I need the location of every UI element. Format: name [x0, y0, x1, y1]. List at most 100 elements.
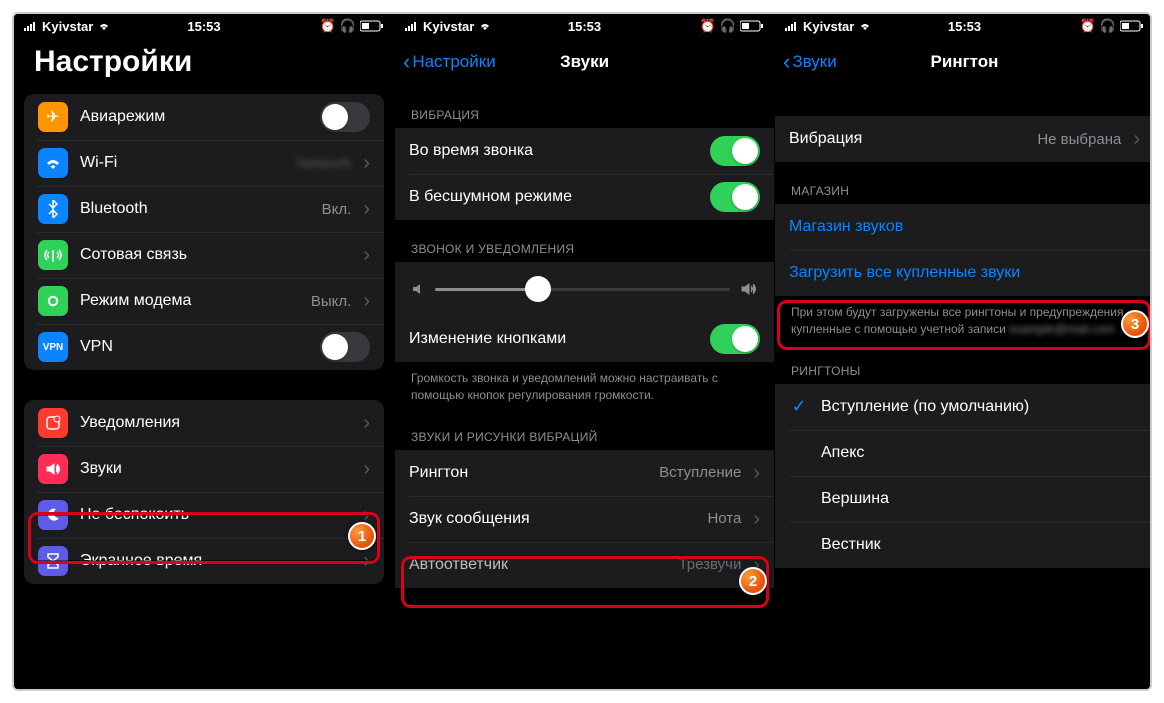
signal-icon: [24, 21, 38, 31]
ringtone-item[interactable]: ✓ Вершина: [775, 476, 1152, 522]
alarm-icon: ⏰: [1080, 18, 1096, 34]
label: Вступление (по умолчанию): [821, 398, 1140, 416]
vpn-icon: VPN: [38, 332, 68, 362]
headphones-icon: 🎧: [1100, 18, 1116, 34]
ringtone-item[interactable]: ✓ Апекс: [775, 430, 1152, 476]
ringer-footer: Громкость звонка и уведомлений можно нас…: [395, 362, 774, 408]
toggle[interactable]: [710, 324, 760, 354]
row-text-tone[interactable]: Звук сообщения Нота ›: [395, 496, 774, 542]
chevron-icon: ›: [363, 245, 370, 265]
label: Изменение кнопками: [409, 330, 698, 348]
chevron-icon: ›: [363, 551, 370, 571]
row-sounds[interactable]: Звуки ›: [24, 446, 384, 492]
group-vibration: Вибрация Не выбрана ›: [775, 116, 1152, 162]
alarm-icon: ⏰: [320, 18, 336, 34]
slider-track[interactable]: [435, 288, 730, 291]
speaker-low-icon: [411, 282, 425, 296]
back-button[interactable]: ‹ Звуки: [783, 49, 837, 75]
chevron-icon: ›: [363, 153, 370, 173]
group-sound-patterns: Рингтон Вступление › Звук сообщения Нота…: [395, 450, 774, 588]
row-hotspot[interactable]: Режим модема Выкл. ›: [24, 278, 384, 324]
value: Вступление: [659, 464, 741, 481]
status-bar: Kyivstar 15:53 ⏰ 🎧: [395, 14, 774, 38]
signal-icon: [405, 21, 419, 31]
chevron-icon: ›: [753, 463, 760, 483]
row-cellular[interactable]: Сотовая связь ›: [24, 232, 384, 278]
label: Во время звонка: [409, 142, 698, 160]
chevron-icon: ›: [363, 459, 370, 479]
page-title: Настройки: [22, 45, 192, 79]
bluetooth-icon: [38, 194, 68, 224]
row-vibrate-silent[interactable]: В бесшумном режиме: [395, 174, 774, 220]
ringtone-item[interactable]: ✓ Вступление (по умолчанию): [775, 384, 1152, 430]
wifi-value: Network: [296, 155, 351, 172]
chevron-left-icon: ‹: [783, 49, 790, 75]
badge-1: 1: [348, 522, 376, 550]
carrier-label: Kyivstar: [42, 19, 93, 34]
section-ringtones: РИНГТОНЫ: [775, 342, 1152, 384]
row-airplane[interactable]: ✈ Авиарежим: [24, 94, 384, 140]
back-label: Звуки: [792, 52, 836, 72]
carrier-label: Kyivstar: [423, 19, 474, 34]
check-icon: ✓: [789, 442, 809, 463]
settings-group-alerts: Уведомления › Звуки › Не беспокоить ›: [24, 400, 384, 584]
label: Авиарежим: [80, 108, 308, 126]
row-ringtone[interactable]: Рингтон Вступление ›: [395, 450, 774, 496]
volume-slider[interactable]: [395, 262, 774, 316]
slider-fill: [435, 288, 538, 291]
section-sounds-patterns: ЗВУКИ И РИСУНКИ ВИБРАЦИЙ: [395, 408, 774, 450]
toggle[interactable]: [710, 136, 760, 166]
wifi-icon: [478, 21, 492, 31]
link-icon: [38, 286, 68, 316]
row-download-purchased[interactable]: Загрузить все купленные звуки: [775, 250, 1152, 296]
toggle[interactable]: [710, 182, 760, 212]
row-voicemail[interactable]: Автоответчик Трезвучи ›: [395, 542, 774, 588]
group-store: Магазин звуков Загрузить все купленные з…: [775, 204, 1152, 296]
toggle[interactable]: [320, 102, 370, 132]
row-vpn[interactable]: VPN VPN: [24, 324, 384, 370]
row-bluetooth[interactable]: Bluetooth Вкл. ›: [24, 186, 384, 232]
row-wifi[interactable]: Wi-Fi Network ›: [24, 140, 384, 186]
group-ringtones: ✓ Вступление (по умолчанию) ✓ Апекс ✓ Ве…: [775, 384, 1152, 568]
screen-ringtone: Kyivstar 15:53 ⏰ 🎧 ‹ Звуки Рингтон Вибра…: [774, 14, 1152, 689]
slider-knob[interactable]: [525, 276, 551, 302]
page-title: Рингтон: [931, 52, 999, 72]
label: Звук сообщения: [409, 510, 695, 528]
moon-icon: [38, 500, 68, 530]
row-dnd[interactable]: Не беспокоить ›: [24, 492, 384, 538]
row-notifications[interactable]: Уведомления ›: [24, 400, 384, 446]
value: Нота: [707, 510, 741, 527]
ringtone-item[interactable]: ✓ Вестник: [775, 522, 1152, 568]
label: Режим модема: [80, 292, 299, 310]
clock: 15:53: [948, 19, 981, 34]
row-screentime[interactable]: Экранное время ›: [24, 538, 384, 584]
screen-sounds: Kyivstar 15:53 ⏰ 🎧 ‹ Настройки Звуки ВИБ…: [394, 14, 774, 689]
chevron-icon: ›: [363, 413, 370, 433]
chevron-icon: ›: [1133, 129, 1140, 149]
label: Загрузить все купленные звуки: [789, 264, 1140, 282]
group-ringer: Изменение кнопками: [395, 262, 774, 362]
badge-3: 3: [1121, 310, 1149, 338]
check-icon: ✓: [789, 534, 809, 555]
screen-settings: Kyivstar 15:53 ⏰ 🎧 Настройки ✈ Авиарежим: [14, 14, 394, 689]
battery-icon: [740, 20, 764, 32]
row-tone-store[interactable]: Магазин звуков: [775, 204, 1152, 250]
page-title: Звуки: [560, 52, 609, 72]
wifi-icon: [38, 148, 68, 178]
row-change-buttons[interactable]: Изменение кнопками: [395, 316, 774, 362]
back-label: Настройки: [412, 52, 495, 72]
row-vibrate-ring[interactable]: Во время звонка: [395, 128, 774, 174]
label: Вершина: [821, 490, 1140, 508]
back-button[interactable]: ‹ Настройки: [403, 49, 496, 75]
check-icon: ✓: [789, 396, 809, 417]
label: Экранное время: [80, 552, 351, 570]
battery-icon: [360, 20, 384, 32]
label: Рингтон: [409, 464, 647, 482]
label: Звуки: [80, 460, 351, 478]
badge-2: 2: [739, 567, 767, 595]
toggle[interactable]: [320, 332, 370, 362]
row-vibration[interactable]: Вибрация Не выбрана ›: [775, 116, 1152, 162]
chevron-icon: ›: [363, 199, 370, 219]
label: Сотовая связь: [80, 246, 351, 264]
blurred-account: example@mail.com: [1009, 322, 1115, 336]
